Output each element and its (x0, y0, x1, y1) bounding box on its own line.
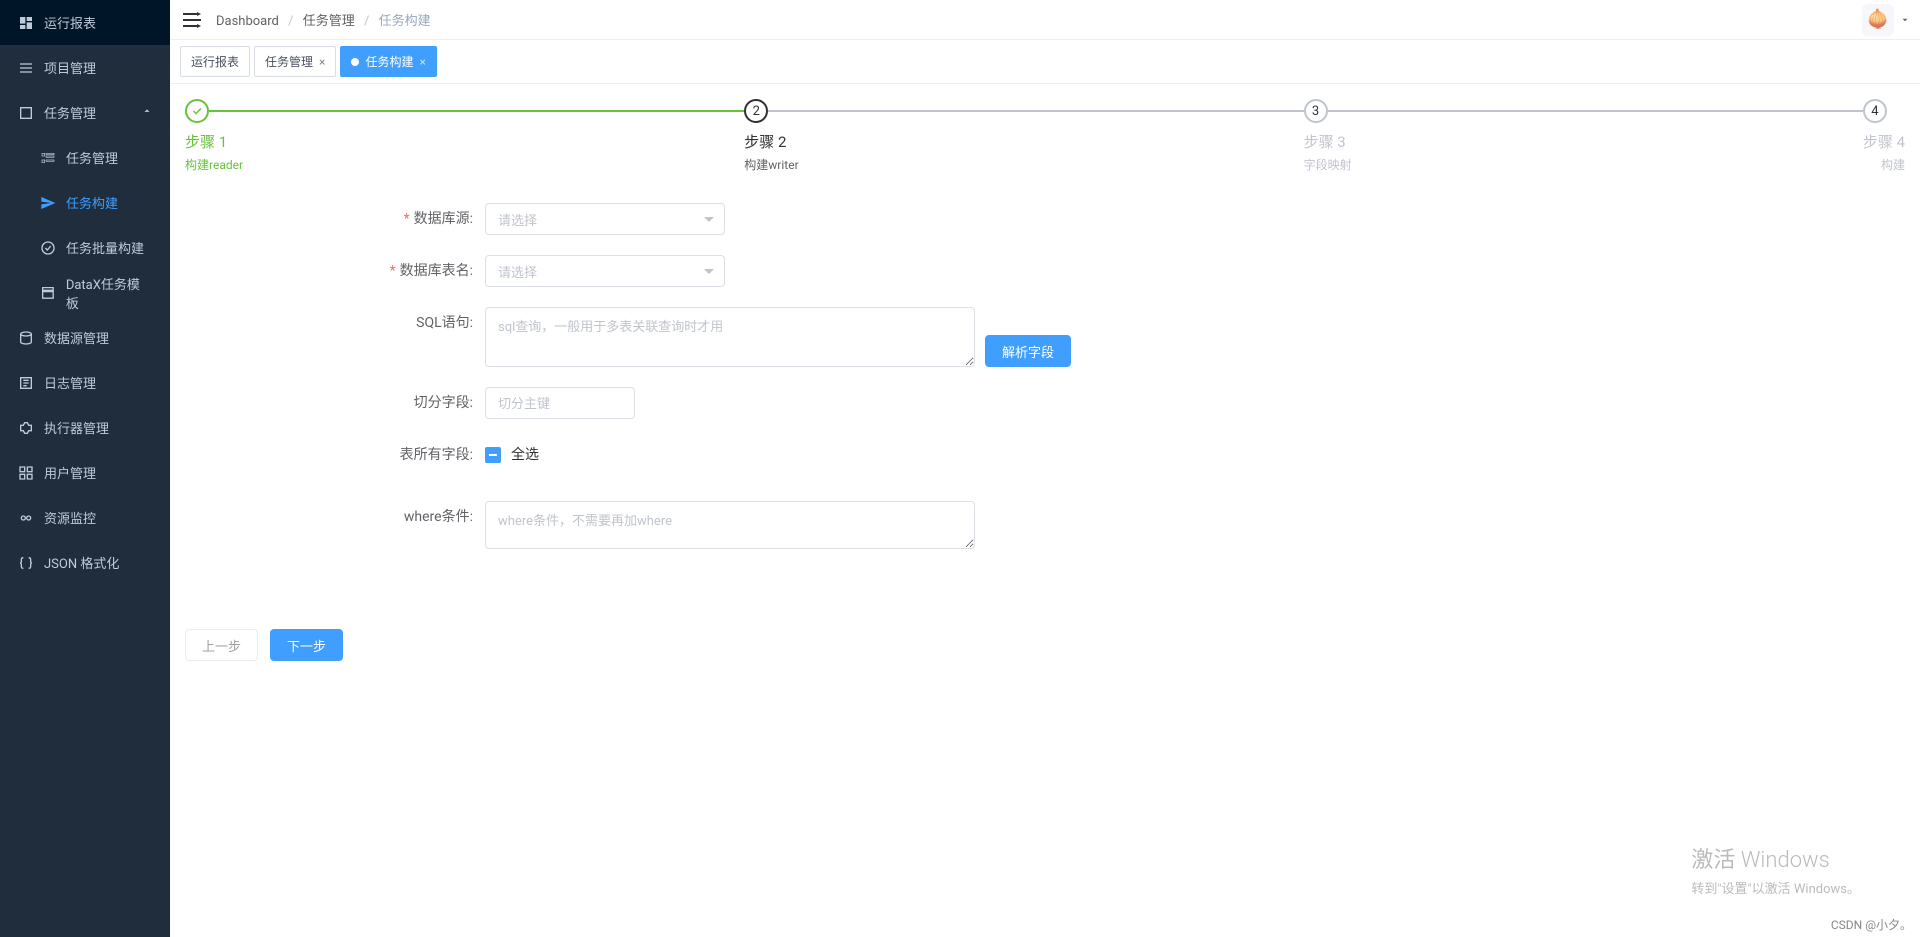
breadcrumb: Dashboard / 任务管理 / 任务构建 (216, 10, 431, 29)
sidebar-item-task-manage[interactable]: 任务管理 (0, 135, 170, 180)
hamburger-icon[interactable] (180, 8, 204, 32)
step-1: 步骤 1 构建reader (185, 99, 744, 173)
sidebar: 运行报表 项目管理 任务管理 任务管理 任务构建 任务批量构建 (0, 0, 170, 937)
next-button[interactable]: 下一步 (270, 629, 343, 661)
dashboard-icon (18, 15, 34, 31)
tab-task-manage[interactable]: 任务管理 × (254, 46, 336, 77)
steps: 步骤 1 构建reader 2 步骤 2 构建writer 3 (185, 99, 1905, 173)
datasource-label: *数据库源: (185, 203, 485, 235)
content: 步骤 1 构建reader 2 步骤 2 构建writer 3 (170, 84, 1920, 937)
sidebar-item-task-template[interactable]: DataX任务模板 (0, 270, 170, 315)
chevron-up-icon (142, 105, 152, 120)
sidebar-item-label: 运行报表 (44, 13, 96, 32)
sidebar-item-executor[interactable]: 执行器管理 (0, 405, 170, 450)
select-all-checkbox[interactable] (485, 447, 501, 463)
user-menu[interactable]: 🧅 (1862, 4, 1910, 36)
sidebar-item-monitor[interactable]: 资源监控 (0, 495, 170, 540)
sidebar-item-label: 用户管理 (44, 463, 96, 482)
sidebar-item-dashboard[interactable]: 运行报表 (0, 0, 170, 45)
log-icon (18, 375, 34, 391)
step-2: 2 步骤 2 构建writer (744, 99, 1303, 173)
breadcrumb-current: 任务构建 (379, 14, 431, 29)
sidebar-item-user[interactable]: 用户管理 (0, 450, 170, 495)
batch-icon (40, 240, 56, 256)
sidebar-item-json[interactable]: JSON 格式化 (0, 540, 170, 585)
sidebar-submenu-task: 任务管理 任务构建 任务批量构建 DataX任务模板 (0, 135, 170, 315)
executor-icon (18, 420, 34, 436)
sidebar-item-project[interactable]: 项目管理 (0, 45, 170, 90)
sidebar-item-label: 任务批量构建 (66, 238, 144, 257)
action-row: 上一步 下一步 (185, 629, 1905, 661)
grid-icon (18, 465, 34, 481)
sidebar-item-label: DataX任务模板 (66, 274, 152, 312)
parse-fields-button[interactable]: 解析字段 (985, 335, 1071, 367)
sql-textarea[interactable] (485, 307, 975, 367)
breadcrumb-root[interactable]: Dashboard (216, 14, 279, 29)
avatar: 🧅 (1862, 4, 1894, 36)
select-all-label: 全选 (511, 439, 539, 471)
sidebar-item-label: 项目管理 (44, 58, 96, 77)
step-4: 4 步骤 4 构建 (1863, 99, 1905, 173)
sidebar-item-task-batch[interactable]: 任务批量构建 (0, 225, 170, 270)
main: Dashboard / 任务管理 / 任务构建 🧅 运行报表 任务管理 × 任务… (170, 0, 1920, 937)
sidebar-item-task[interactable]: 任务管理 (0, 90, 170, 135)
breadcrumb-parent[interactable]: 任务管理 (303, 14, 355, 29)
tab-dashboard[interactable]: 运行报表 (180, 46, 250, 77)
csdn-credit: CSDN @小夕。 (1831, 916, 1912, 933)
sidebar-item-label: 执行器管理 (44, 418, 109, 437)
caret-down-icon (1900, 15, 1910, 25)
split-input[interactable] (485, 387, 635, 419)
allfields-label: 表所有字段: (185, 439, 485, 471)
template-icon (40, 285, 56, 301)
step-3: 3 步骤 3 字段映射 (1304, 99, 1863, 173)
project-icon (18, 60, 34, 76)
sidebar-item-log[interactable]: 日志管理 (0, 360, 170, 405)
topbar: Dashboard / 任务管理 / 任务构建 🧅 (170, 0, 1920, 40)
where-label: where条件: (185, 501, 485, 533)
sidebar-item-label: 任务构建 (66, 193, 118, 212)
prev-button[interactable]: 上一步 (185, 629, 258, 661)
database-icon (18, 330, 34, 346)
task-icon (18, 105, 34, 121)
datasource-select[interactable]: 请选择 (485, 203, 725, 235)
form: *数据库源: 请选择 *数据库表名: 请选择 SQL语句: 解析字段 (185, 203, 1905, 549)
active-dot-icon (351, 58, 359, 66)
sidebar-item-task-build[interactable]: 任务构建 (0, 180, 170, 225)
check-icon (185, 99, 209, 123)
sidebar-item-label: 日志管理 (44, 373, 96, 392)
monitor-icon (18, 510, 34, 526)
sidebar-item-label: 任务管理 (66, 148, 118, 167)
table-label: *数据库表名: (185, 255, 485, 287)
sidebar-item-label: 数据源管理 (44, 328, 109, 347)
tabs: 运行报表 任务管理 × 任务构建 × (170, 40, 1920, 84)
tab-task-build[interactable]: 任务构建 × (340, 46, 436, 77)
sidebar-item-label: 资源监控 (44, 508, 96, 527)
split-label: 切分字段: (185, 387, 485, 419)
close-icon[interactable]: × (319, 55, 325, 69)
table-select[interactable]: 请选择 (485, 255, 725, 287)
sidebar-item-datasource[interactable]: 数据源管理 (0, 315, 170, 360)
json-icon (18, 555, 34, 571)
sidebar-item-label: JSON 格式化 (44, 553, 119, 572)
list-icon (40, 150, 56, 166)
sql-label: SQL语句: (185, 307, 485, 339)
sidebar-item-label: 任务管理 (44, 103, 96, 122)
where-textarea[interactable] (485, 501, 975, 549)
close-icon[interactable]: × (419, 55, 425, 69)
send-icon (40, 195, 56, 211)
